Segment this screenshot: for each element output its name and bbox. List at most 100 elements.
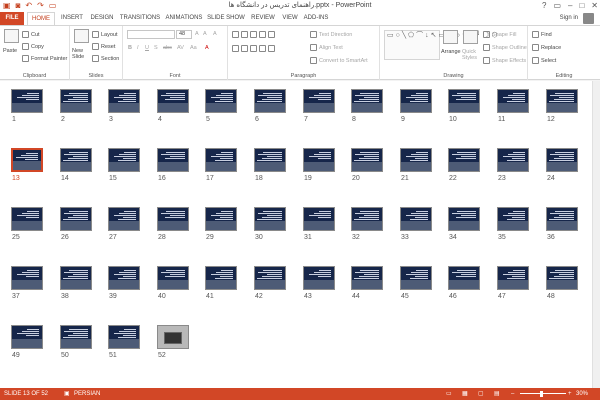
new-slide-icon[interactable] (74, 29, 89, 43)
slide-thumbnail[interactable] (254, 89, 286, 113)
cut-button[interactable]: Cut (22, 31, 40, 38)
slide-thumbnail[interactable] (303, 266, 335, 290)
grow-font-button[interactable]: A (195, 31, 199, 37)
language-indicator[interactable]: PERSIAN (74, 388, 100, 400)
character-spacing-button[interactable]: AV (177, 45, 184, 51)
slide-thumbnail[interactable] (108, 266, 140, 290)
slide-thumbnail[interactable] (108, 89, 140, 113)
slide-thumbnail[interactable] (351, 207, 383, 231)
slide-thumbnail[interactable] (448, 207, 480, 231)
arrange-icon[interactable] (443, 30, 458, 44)
tab-design[interactable]: DESIGN (88, 12, 116, 25)
shape-effects-button[interactable]: Shape Effects (483, 57, 526, 64)
arrange-button[interactable]: Arrange (441, 49, 461, 55)
change-case-button[interactable]: Aa (190, 45, 197, 51)
slide-thumbnail[interactable] (497, 266, 529, 290)
minimize-button[interactable]: – (568, 0, 572, 11)
shapes-gallery[interactable]: ▭○╲⬠⌒↓↖▭△◇☆⌂┘☽⬡ (384, 30, 498, 60)
slide-thumbnail[interactable] (11, 325, 43, 349)
replace-button[interactable]: Replace (532, 44, 561, 51)
slide-thumbnail[interactable] (60, 89, 92, 113)
close-button[interactable]: ✕ (591, 0, 598, 11)
new-slide-button[interactable]: New Slide (72, 48, 92, 60)
help-button[interactable]: ? (542, 0, 546, 11)
slide-thumbnail[interactable] (254, 148, 286, 172)
slide-thumbnail[interactable] (497, 148, 529, 172)
slide-thumbnail[interactable] (546, 89, 578, 113)
slide-thumbnail[interactable] (11, 89, 43, 113)
slide-thumbnail[interactable] (60, 148, 92, 172)
slide-thumbnail[interactable] (157, 325, 189, 349)
section-button[interactable]: Section (92, 55, 119, 62)
slide-thumbnail[interactable] (497, 207, 529, 231)
slide-thumbnail[interactable] (108, 325, 140, 349)
text-direction-button[interactable]: Text Direction (310, 31, 352, 38)
slide-thumbnail[interactable] (448, 89, 480, 113)
slide-thumbnail[interactable] (303, 89, 335, 113)
find-button[interactable]: Find (532, 31, 552, 38)
format-painter-button[interactable]: Format Painter (22, 55, 67, 62)
font-size-field[interactable]: 48 (176, 30, 192, 39)
vertical-scrollbar[interactable] (592, 81, 600, 388)
slide-thumbnail[interactable] (108, 148, 140, 172)
slide-thumbnail[interactable] (497, 89, 529, 113)
slide-thumbnail[interactable] (11, 266, 43, 290)
bullets-button[interactable] (232, 31, 275, 38)
reading-view-icon[interactable]: ▢ (478, 388, 484, 400)
user-icon[interactable] (583, 13, 594, 24)
slide-thumbnail[interactable] (157, 207, 189, 231)
layout-button[interactable]: Layout (92, 31, 118, 38)
bold-button[interactable]: B (128, 45, 132, 51)
tab-home[interactable]: HOME (27, 12, 55, 26)
slide-thumbnail[interactable] (254, 207, 286, 231)
clear-formatting-button[interactable]: A (213, 31, 217, 37)
tab-file[interactable]: FILE (0, 12, 24, 25)
slide-thumbnail[interactable] (400, 89, 432, 113)
paste-icon[interactable] (4, 29, 19, 43)
slide-sorter[interactable]: 1 2 3 4 5 6 7 8 9 10 11 12 13 14 15 16 17 18 19 20 21 22 23 24 2… (0, 81, 600, 388)
slide-thumbnail[interactable] (254, 266, 286, 290)
slideshow-view-icon[interactable]: ▤ (494, 388, 500, 400)
paste-button[interactable]: Paste (3, 48, 17, 54)
slide-thumbnail[interactable] (205, 266, 237, 290)
zoom-in-button[interactable]: + (568, 388, 572, 400)
tab-animations[interactable]: ANIMATIONS (164, 12, 204, 25)
slide-thumbnail[interactable] (448, 148, 480, 172)
slide-thumbnail[interactable] (400, 207, 432, 231)
slide-thumbnail[interactable] (400, 148, 432, 172)
slide-thumbnail[interactable] (205, 207, 237, 231)
slide-thumbnail[interactable] (60, 325, 92, 349)
slide-thumbnail[interactable] (303, 148, 335, 172)
sign-in-link[interactable]: Sign in (560, 12, 578, 25)
slide-thumbnail[interactable] (448, 266, 480, 290)
zoom-out-button[interactable]: – (511, 388, 514, 400)
underline-button[interactable]: U (145, 45, 149, 51)
shrink-font-button[interactable]: A (203, 31, 207, 37)
slide-thumbnail[interactable] (303, 207, 335, 231)
zoom-level[interactable]: 30% (576, 388, 588, 400)
slide-thumbnail[interactable] (60, 207, 92, 231)
slide-thumbnail[interactable] (351, 89, 383, 113)
slide-thumbnail[interactable] (546, 266, 578, 290)
zoom-slider[interactable] (520, 393, 566, 394)
slide-thumbnail[interactable] (546, 148, 578, 172)
zoom-slider-thumb[interactable] (540, 391, 543, 397)
slide-thumbnail[interactable] (108, 207, 140, 231)
slide-thumbnail[interactable] (400, 266, 432, 290)
tab-insert[interactable]: INSERT (58, 12, 86, 25)
align-text-button[interactable]: Align Text (310, 44, 343, 51)
quick-styles-icon[interactable] (463, 30, 478, 44)
tab-review[interactable]: REVIEW (248, 12, 278, 25)
tab-add-ins[interactable]: ADD-INS (302, 12, 330, 25)
slide-thumbnail[interactable] (351, 148, 383, 172)
quick-styles-button[interactable]: Quick Styles (462, 49, 478, 61)
tab-slide-show[interactable]: SLIDE SHOW (206, 12, 246, 25)
slide-thumbnail[interactable] (11, 207, 43, 231)
shape-fill-button[interactable]: Shape Fill (483, 31, 516, 38)
text-shadow-button[interactable]: S (154, 45, 158, 51)
strikethrough-button[interactable]: abc (163, 45, 172, 51)
normal-view-icon[interactable]: ▭ (446, 388, 452, 400)
tab-transitions[interactable]: TRANSITIONS (118, 12, 162, 25)
slide-sorter-view-icon[interactable]: ▦ (462, 388, 468, 400)
slide-thumbnail[interactable] (11, 148, 43, 172)
